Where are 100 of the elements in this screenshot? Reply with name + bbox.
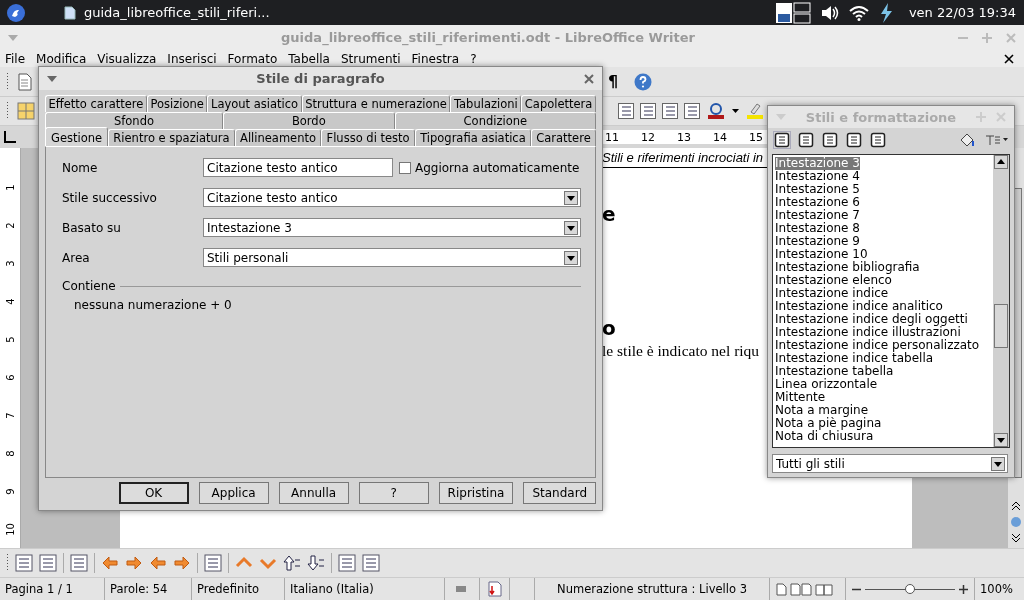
tab[interactable]: Capolettera — [521, 95, 596, 112]
dialog-button[interactable]: Ripristina — [438, 482, 514, 504]
style-list-item[interactable]: Intestazione 6 — [775, 196, 993, 209]
wifi-icon[interactable] — [848, 4, 869, 21]
menu-item[interactable]: Tabella — [288, 51, 330, 66]
style-list-item[interactable]: Nota a piè pagina — [775, 417, 993, 430]
taskbar-window-button[interactable]: guida_libreoffice_stili_riferi... — [36, 0, 276, 25]
auto-update-checkbox[interactable] — [399, 161, 411, 174]
dropdown-arrow-icon[interactable] — [732, 109, 739, 113]
menu-item[interactable]: Strumenti — [340, 51, 401, 66]
next-page-icon[interactable] — [1010, 532, 1022, 544]
list-scrollbar[interactable] — [993, 155, 1009, 447]
tab[interactable]: Effetto carattere — [45, 95, 147, 112]
tab[interactable]: Tabulazioni — [450, 95, 522, 112]
dialog-button[interactable]: Annulla — [278, 482, 349, 504]
style-list-item[interactable]: Intestazione indice illustrazioni — [775, 326, 993, 339]
dropdown[interactable]: Intestazione 3 — [203, 218, 581, 237]
help-icon[interactable] — [634, 72, 653, 91]
style-list-item[interactable]: Intestazione elenco — [775, 274, 993, 287]
language[interactable]: Italiano (Italia) — [285, 578, 445, 600]
style-list-item[interactable]: Intestazione 3 — [775, 157, 860, 170]
dropdown[interactable]: Citazione testo antico — [203, 188, 581, 207]
book-view-icon[interactable] — [815, 582, 833, 596]
close-icon[interactable] — [584, 73, 594, 84]
menu-item[interactable]: Formato — [227, 51, 278, 66]
left-arrows-icon[interactable] — [149, 554, 167, 572]
new-document-icon[interactable] — [17, 72, 33, 91]
style-list-item[interactable]: Intestazione 10 — [775, 248, 993, 261]
tab[interactable]: Layout asiatico — [207, 95, 302, 112]
fill-format-icon[interactable] — [958, 132, 976, 148]
menu-item[interactable]: File — [5, 51, 26, 66]
workspace-switcher-icon[interactable] — [774, 1, 811, 24]
move-up-icon[interactable] — [283, 554, 301, 572]
style-list-item[interactable]: Intestazione 7 — [775, 209, 993, 222]
style-list-item[interactable]: Intestazione indice personalizzato — [775, 339, 993, 352]
style-list-item[interactable]: Linea orizzontale — [775, 378, 993, 391]
style-list-item[interactable]: Intestazione bibliografia — [775, 261, 993, 274]
menu-item[interactable]: Finestra — [411, 51, 460, 66]
name-input-field[interactable]: Citazione testo antico — [203, 158, 393, 177]
tab[interactable]: Flusso di testo — [321, 129, 415, 146]
dropdown[interactable]: Stili personali — [203, 248, 581, 267]
tab[interactable]: Condizione — [394, 112, 596, 129]
formatting-marks-button[interactable]: ¶ — [608, 72, 619, 91]
scroll-down-icon[interactable] — [994, 433, 1008, 447]
document-signature-icon[interactable] — [487, 581, 502, 597]
style-list-item[interactable]: Intestazione 8 — [775, 222, 993, 235]
style-list-item[interactable]: Intestazione 9 — [775, 235, 993, 248]
tab[interactable]: Struttura e numerazione — [301, 95, 451, 112]
page-style[interactable]: Predefinito — [192, 578, 285, 600]
window-button-label: guida_libreoffice_stili_riferi... — [84, 5, 270, 20]
menu-item[interactable]: Modifica — [36, 51, 87, 66]
previous-page-icon[interactable] — [1010, 500, 1022, 512]
style-list-item[interactable]: Nota di chiusura — [775, 430, 993, 443]
tab[interactable]: Allineamento — [234, 129, 322, 146]
style-list-item[interactable]: Intestazione 4 — [775, 170, 993, 183]
multi-page-view-icon[interactable] — [790, 582, 812, 596]
highlighter-icon[interactable] — [745, 102, 765, 120]
style-list-item[interactable]: Nota a margine — [775, 404, 993, 417]
tab[interactable]: Rientro e spaziatura — [108, 129, 235, 146]
menu-item[interactable]: Inserisci — [167, 51, 217, 66]
right-arrow-icon[interactable] — [125, 554, 143, 572]
menu-item[interactable]: Visualizza — [97, 51, 157, 66]
dialog-button[interactable]: ? — [358, 482, 429, 504]
tab[interactable]: Gestione — [45, 127, 109, 146]
style-list-item[interactable]: Intestazione indice — [775, 287, 993, 300]
zoom-in-icon[interactable] — [959, 584, 968, 594]
toolbar-grip[interactable] — [6, 101, 9, 121]
font-color-icon[interactable] — [706, 102, 726, 120]
tab[interactable]: Tipografia asiatica — [414, 129, 531, 146]
style-filter-dropdown[interactable]: Tutti gli stili — [772, 454, 1008, 473]
scrollbar-thumb[interactable] — [994, 304, 1008, 348]
window-menu-icon[interactable] — [47, 75, 57, 82]
right-arrows-icon[interactable] — [173, 554, 191, 572]
dialog-button[interactable]: OK — [118, 482, 189, 504]
tab[interactable]: Carattere — [531, 129, 596, 146]
dialog-button[interactable]: Standard — [523, 482, 596, 504]
close-document-icon[interactable] — [1004, 53, 1014, 64]
dialog-button[interactable]: Applica — [198, 482, 269, 504]
style-list-item[interactable]: Intestazione indice analitico — [775, 300, 993, 313]
style-list-item[interactable]: Intestazione 5 — [775, 183, 993, 196]
tab[interactable]: Sfondo — [45, 112, 223, 129]
tab-stop-selector[interactable] — [4, 131, 16, 143]
left-arrow-icon[interactable] — [101, 554, 119, 572]
lightning-icon[interactable] — [878, 2, 893, 23]
tab[interactable]: Posizione — [146, 95, 208, 112]
tab[interactable]: Bordo — [222, 112, 395, 129]
style-list-item[interactable]: Intestazione indice degli oggetti — [775, 313, 993, 326]
style-actions-icon[interactable] — [984, 134, 1008, 146]
single-page-view-icon[interactable] — [775, 582, 787, 596]
style-list-item[interactable]: Mittente — [775, 391, 993, 404]
style-list-item[interactable]: Intestazione indice tabella — [775, 352, 993, 365]
volume-icon[interactable] — [820, 4, 839, 21]
move-down-icon[interactable] — [307, 554, 325, 572]
launcher-icon[interactable] — [6, 2, 26, 23]
style-list-item[interactable]: Intestazione tabella — [775, 365, 993, 378]
zoom-percent[interactable]: 100% — [975, 578, 1018, 600]
menu-item[interactable]: ? — [470, 51, 477, 66]
toolbar-grip[interactable] — [6, 553, 9, 573]
scroll-up-icon[interactable] — [994, 155, 1008, 169]
clock[interactable]: ven 22/03 19:34 — [908, 5, 1016, 20]
